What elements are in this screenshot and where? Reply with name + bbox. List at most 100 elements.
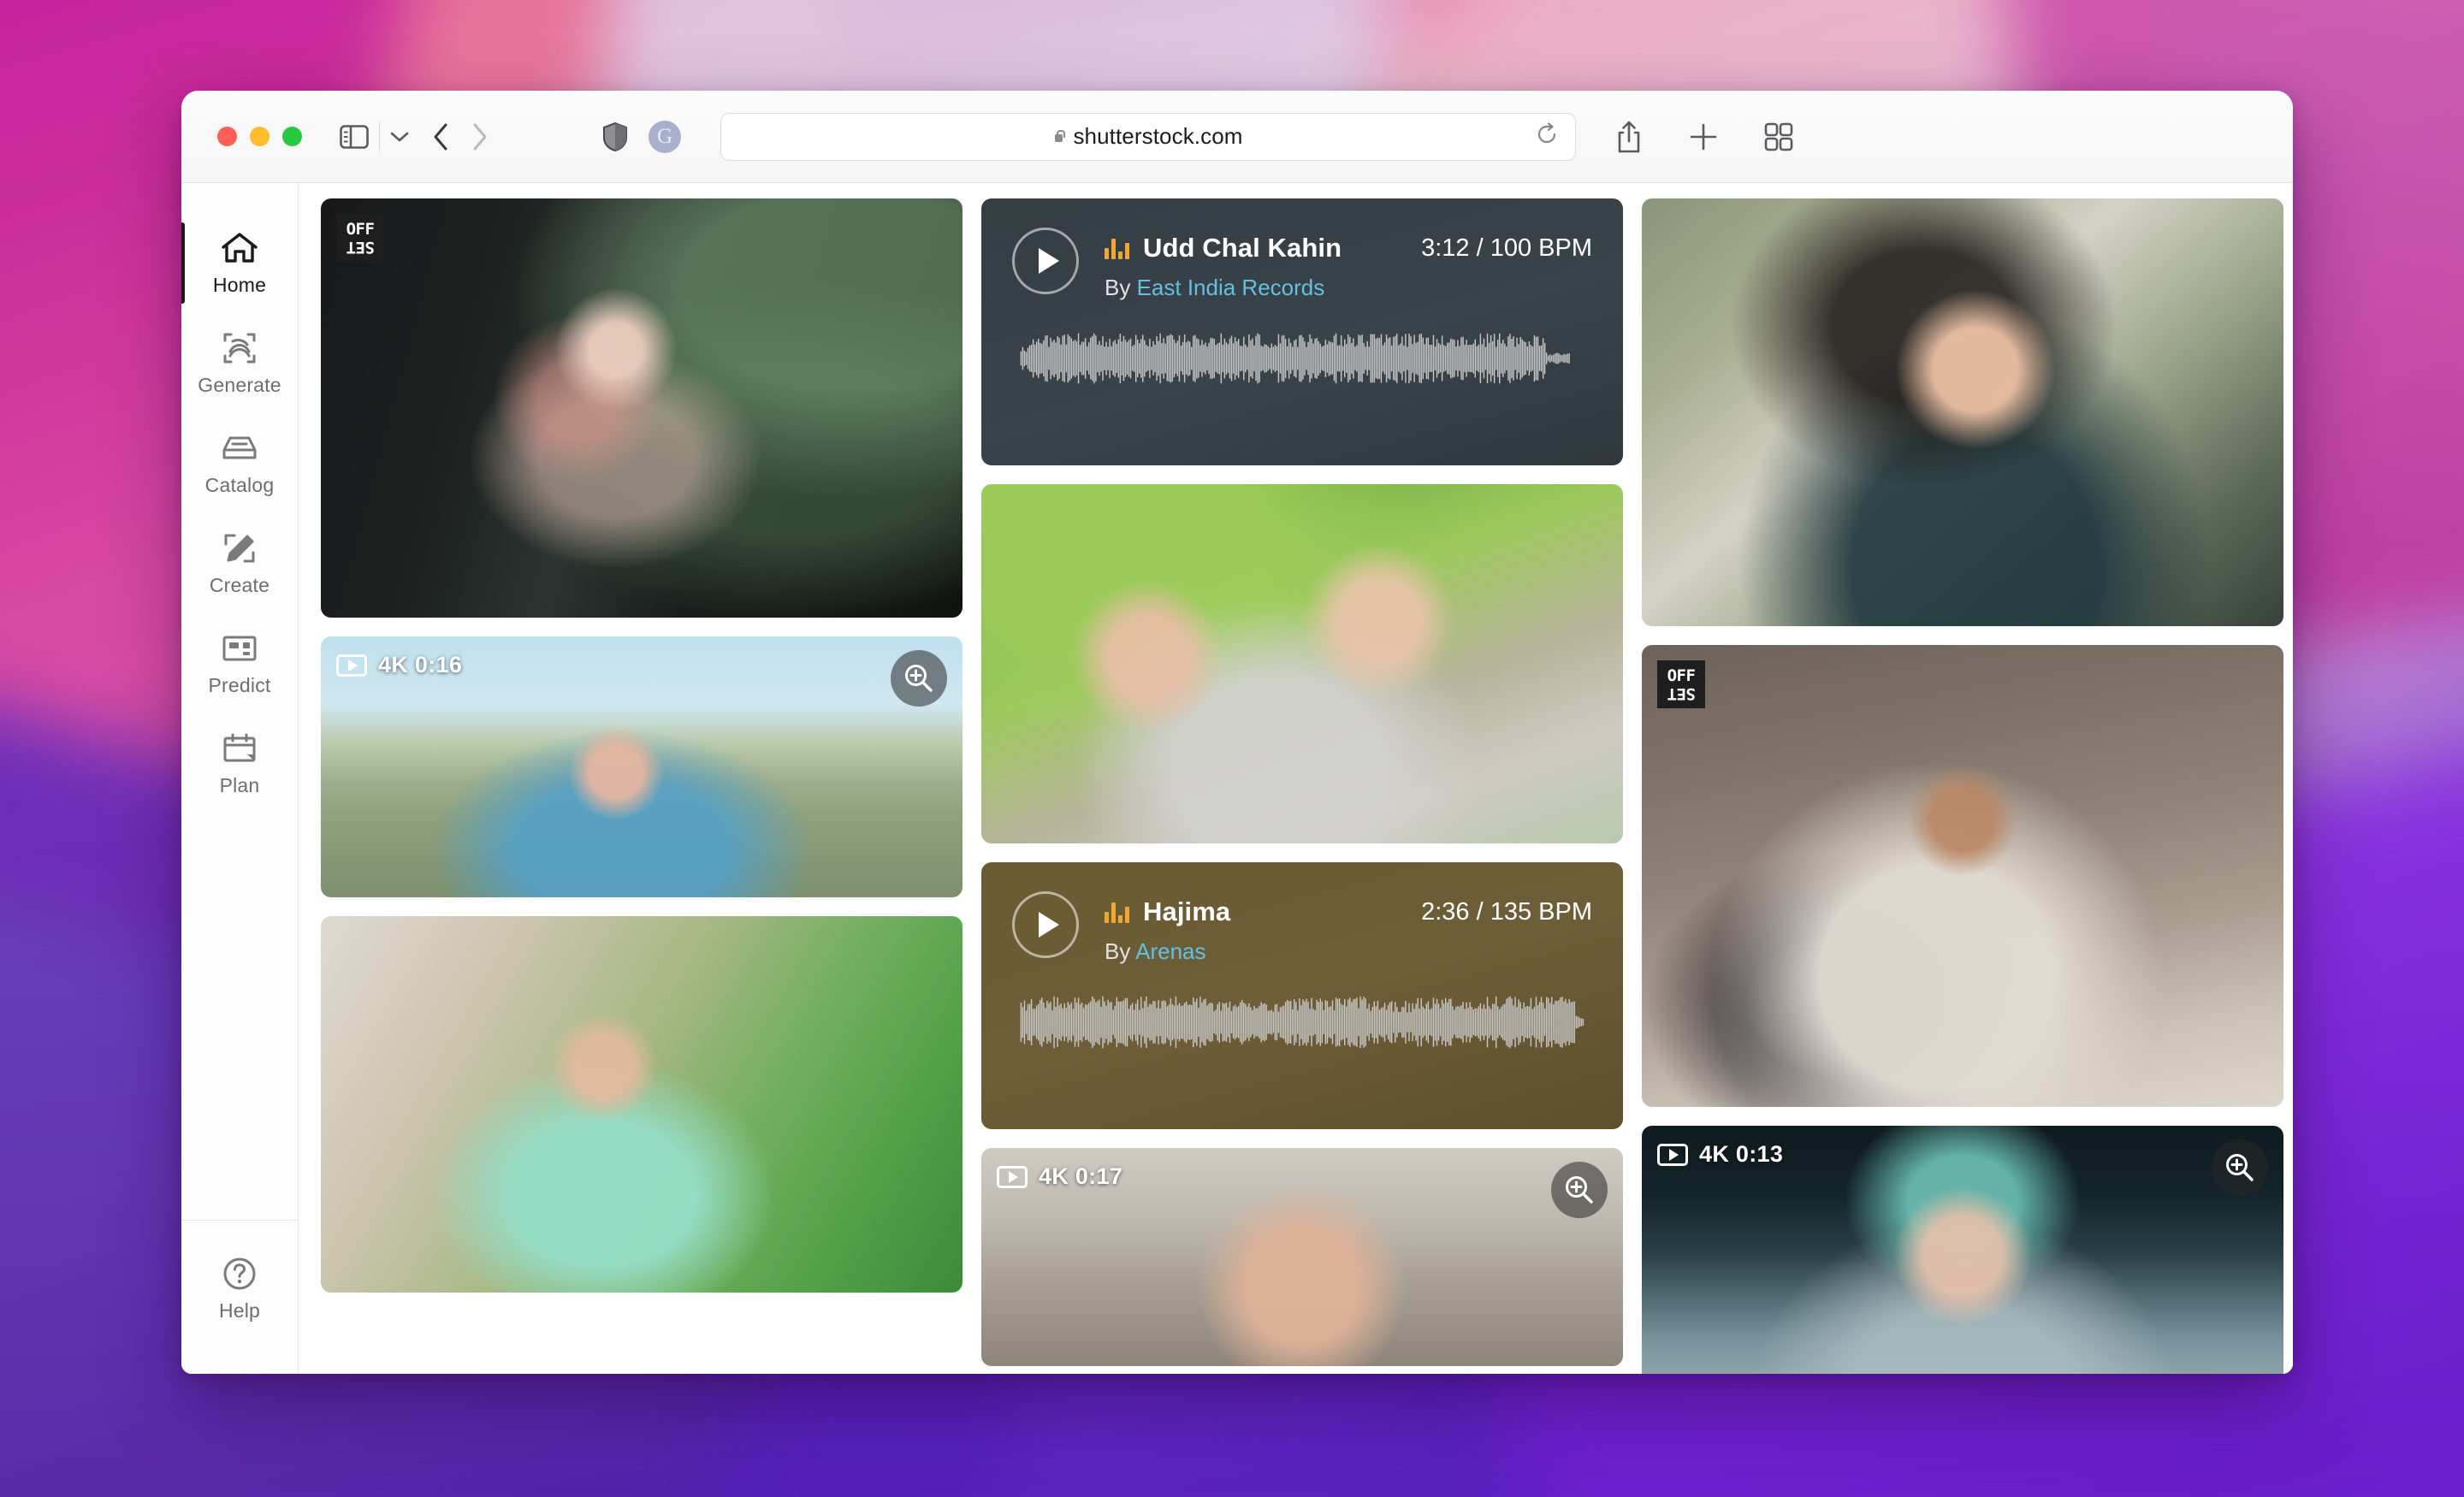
video-play-icon (336, 654, 367, 677)
sidebar-toggle-icon[interactable] (340, 124, 369, 149)
offset-badge-bottom: SET (1667, 683, 1696, 703)
chevron-down-icon[interactable] (390, 131, 409, 143)
sidebar-item-catalog[interactable]: Catalog (181, 414, 298, 514)
audio-artist-link[interactable]: East India Records (1137, 275, 1325, 300)
sidebar-item-label: Create (209, 574, 270, 596)
audio-track-duration-bpm: 2:36 / 135 BPM (1421, 897, 1592, 926)
photo-card-bed-family[interactable]: OFF SET (1642, 645, 2283, 1107)
audio-track-title: Hajima (1143, 896, 1231, 926)
desktop-wallpaper: G shutterstock.com Home Generate Catalog… (0, 0, 2464, 1497)
audio-by-prefix: By (1105, 275, 1131, 300)
predict-icon (220, 630, 259, 667)
sidebar-item-create[interactable]: Create (181, 514, 298, 614)
maximize-window-button[interactable] (282, 127, 302, 146)
audio-card-header: Udd Chal Kahin 3:12 / 100 BPM By East In… (1012, 228, 1592, 301)
url-text: shutterstock.com (1073, 123, 1243, 149)
toolbar-divider (379, 121, 380, 151)
video-duration-badge: 4K 0:17 (997, 1163, 1122, 1190)
audio-track-duration-bpm: 3:12 / 100 BPM (1421, 234, 1592, 262)
create-icon (220, 530, 259, 567)
share-icon[interactable] (1615, 120, 1643, 154)
toolbar-right-actions (1615, 120, 1793, 154)
audio-waveform-2[interactable] (1012, 991, 1592, 1054)
sidebar-item-generate[interactable]: Generate (181, 314, 298, 414)
app-sidebar: Home Generate Catalog Create Predict Pla… (181, 183, 299, 1374)
audio-track-card-1[interactable]: Udd Chal Kahin 3:12 / 100 BPM By East In… (981, 198, 1623, 465)
plus-icon[interactable] (1689, 122, 1718, 151)
help-circle-icon (220, 1255, 259, 1293)
address-bar-content: shutterstock.com (1053, 123, 1242, 150)
back-arrow-icon[interactable] (431, 122, 450, 151)
offset-logo-badge: OFF SET (336, 214, 384, 262)
play-icon[interactable] (1012, 228, 1079, 294)
video-duration-badge: 4K 0:13 (1657, 1141, 1783, 1168)
audio-track-artist-line: By East India Records (1105, 275, 1592, 301)
plan-icon (220, 730, 259, 767)
audio-title-row: Hajima 2:36 / 135 BPM (1105, 896, 1592, 927)
catalog-icon (220, 429, 259, 467)
audio-track-meta: Udd Chal Kahin 3:12 / 100 BPM By East In… (1105, 228, 1592, 301)
video-duration-badge: 4K 0:16 (336, 652, 462, 678)
asset-grid: OFF SET 4K 0:16 Udd Chal Kahin 3:12 / 10… (299, 183, 2293, 1374)
sidebar-item-home[interactable]: Home (181, 214, 298, 314)
navigation-buttons (431, 122, 489, 151)
photo-card-library[interactable] (321, 916, 962, 1293)
sidebar-toggle-group (340, 121, 409, 151)
magnify-plus-icon[interactable] (2212, 1139, 2268, 1196)
home-icon (220, 229, 259, 267)
audio-track-artist-line: By Arenas (1105, 938, 1592, 965)
close-window-button[interactable] (217, 127, 237, 146)
equalizer-icon (1105, 237, 1129, 259)
magnify-plus-icon[interactable] (891, 650, 947, 707)
magnify-plus-icon[interactable] (1551, 1162, 1608, 1218)
video-card-man-portrait[interactable]: 4K 0:17 (981, 1148, 1623, 1366)
grammarly-extension-icon[interactable]: G (649, 120, 681, 153)
sidebar-item-help[interactable]: Help (181, 1220, 298, 1374)
audio-track-meta: Hajima 2:36 / 135 BPM By Arenas (1105, 891, 1592, 965)
offset-logo-badge: OFF SET (1657, 660, 1705, 708)
audio-waveform-1[interactable] (1012, 327, 1592, 390)
video-badge-label: 4K 0:16 (378, 652, 463, 677)
sidebar-item-label: Predict (208, 674, 271, 696)
offset-badge-top: OFF (346, 219, 375, 239)
audio-card-header: Hajima 2:36 / 135 BPM By Arenas (1012, 891, 1592, 965)
toolbar-extensions: G (602, 120, 681, 153)
lock-icon (1053, 129, 1065, 144)
grammarly-letter: G (656, 124, 673, 148)
video-badge-label: 4K 0:17 (1039, 1163, 1123, 1189)
generate-icon (220, 329, 259, 367)
audio-track-title: Udd Chal Kahin (1143, 233, 1342, 263)
offset-badge-top: OFF (1667, 666, 1696, 685)
browser-toolbar: G shutterstock.com (181, 91, 2293, 183)
grid-column-3: OFF SET 4K 0:13 (1642, 198, 2283, 1374)
window-body: Home Generate Catalog Create Predict Pla… (181, 183, 2293, 1374)
grid-column-1: OFF SET 4K 0:16 (321, 198, 962, 1374)
privacy-shield-icon[interactable] (602, 121, 628, 152)
safari-browser-window: G shutterstock.com Home Generate Catalog… (181, 91, 2293, 1374)
photo-card-woman-hair[interactable] (1642, 198, 2283, 626)
sidebar-item-label: Plan (219, 774, 260, 796)
window-controls (217, 127, 302, 146)
minimize-window-button[interactable] (250, 127, 270, 146)
audio-by-prefix: By (1105, 938, 1131, 964)
forward-arrow-icon[interactable] (471, 122, 489, 151)
address-bar[interactable]: shutterstock.com (720, 112, 1576, 161)
play-icon[interactable] (1012, 891, 1079, 958)
audio-artist-link[interactable]: Arenas (1135, 938, 1205, 964)
video-play-icon (1657, 1143, 1688, 1166)
photo-card-kids-hug[interactable] (981, 484, 1623, 843)
photo-card-window-family[interactable]: OFF SET (321, 198, 962, 618)
equalizer-icon (1105, 901, 1129, 923)
audio-title-row: Udd Chal Kahin 3:12 / 100 BPM (1105, 233, 1592, 263)
video-play-icon (997, 1165, 1028, 1188)
sidebar-item-predict[interactable]: Predict (181, 614, 298, 714)
video-badge-label: 4K 0:13 (1699, 1141, 1784, 1167)
video-card-teal-hair[interactable]: 4K 0:13 (1642, 1126, 2283, 1374)
reload-icon[interactable] (1536, 122, 1558, 151)
offset-badge-bottom: SET (346, 237, 375, 257)
sidebar-item-plan[interactable]: Plan (181, 714, 298, 814)
tab-overview-icon[interactable] (1764, 122, 1793, 151)
sidebar-item-label: Home (212, 274, 267, 296)
video-card-mountain[interactable]: 4K 0:16 (321, 636, 962, 897)
audio-track-card-2[interactable]: Hajima 2:36 / 135 BPM By Arenas (981, 862, 1623, 1129)
